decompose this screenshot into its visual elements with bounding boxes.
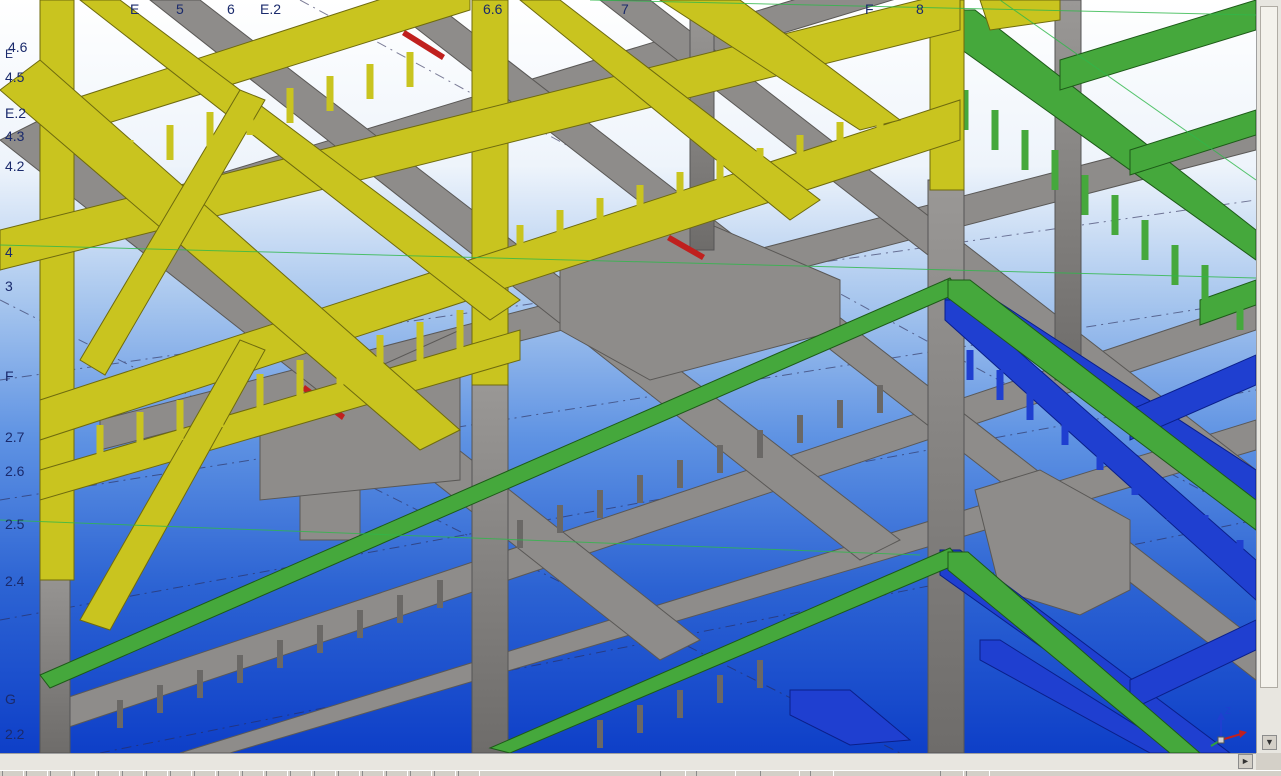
scroll-right-arrow-icon[interactable]: ► [1238,754,1253,769]
grid-label-left: E.2 [5,105,27,121]
grid-label-left: 2.2 [5,726,25,742]
grid-label-left: 3 [5,278,13,294]
status-cell[interactable] [146,771,168,776]
grid-label-top: 7 [621,1,629,17]
grid-label-top: E.2 [260,1,282,17]
status-cell[interactable] [98,771,120,776]
status-cell[interactable] [170,771,192,776]
status-cell[interactable] [218,771,240,776]
status-bar [0,770,1281,776]
grid-label-top: 6 [227,1,235,17]
grid-label-left: 4.3 [5,128,25,144]
status-cell[interactable] [26,771,48,776]
status-cell[interactable] [966,771,990,776]
status-cell[interactable] [194,771,216,776]
status-cell[interactable] [338,771,360,776]
status-cell[interactable] [410,771,432,776]
status-cell[interactable] [74,771,96,776]
status-cell[interactable] [314,771,336,776]
status-cell[interactable] [810,771,834,776]
status-cell[interactable] [2,771,24,776]
horizontal-scrollbar[interactable]: ► [0,753,1256,770]
grid-label-left: G [5,691,16,707]
grid-label-left: 2.5 [5,516,25,532]
status-cell[interactable] [696,771,736,776]
status-cell[interactable] [660,771,686,776]
status-cell[interactable] [50,771,72,776]
scroll-down-arrow-icon[interactable]: ▼ [1262,735,1277,750]
grid-label-top: E [130,1,140,17]
status-cell[interactable] [458,771,480,776]
status-cell[interactable] [362,771,384,776]
grid-label-left: 2.6 [5,463,25,479]
vertical-scrollbar[interactable]: ▼ [1256,0,1281,753]
grid-label-left: 4 [5,244,13,260]
grid-label-left: E [5,47,14,61]
grid-label-left: F [5,368,14,384]
grid-label-top: 6.6 [483,1,503,17]
status-cell[interactable] [940,771,964,776]
z-axis-label: Z [1225,706,1232,717]
grid-label-left: 2.4 [5,573,25,589]
status-cell[interactable] [290,771,312,776]
grid-label-left: 4.5 [5,69,25,85]
grid-label-top: 8 [916,1,924,17]
grid-label-top: F [865,1,874,17]
grid-label-left: 4.2 [5,158,25,174]
status-cell[interactable] [386,771,408,776]
status-cell[interactable] [122,771,144,776]
vertical-scroll-thumb[interactable] [1260,6,1278,688]
status-cell[interactable] [242,771,264,776]
structure-3d-scene[interactable] [0,0,1256,753]
grid-label-top: 5 [176,1,184,17]
status-cell[interactable] [434,771,456,776]
grid-label-left: 2.7 [5,429,25,445]
status-cell[interactable] [760,771,800,776]
xyz-axis-icon: Z [1205,706,1255,750]
model-viewport[interactable]: E 5 6 E.2 6.6 7 F 8 4.6 E 4.5 E.2 4.3 4.… [0,0,1256,753]
status-cell[interactable] [266,771,288,776]
scrollbar-corner [1256,753,1281,770]
